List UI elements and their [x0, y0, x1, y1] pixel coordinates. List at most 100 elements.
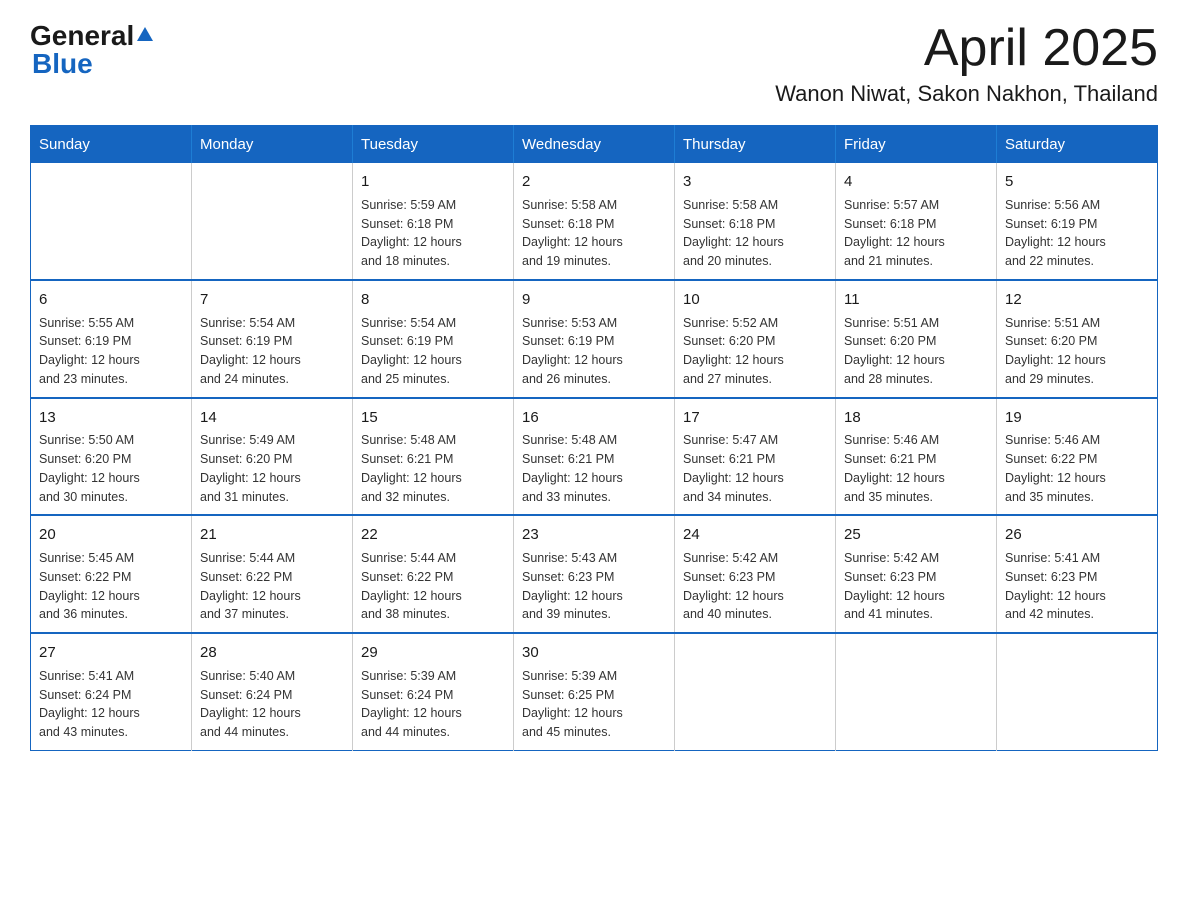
day-info: Sunrise: 5:56 AM Sunset: 6:19 PM Dayligh…: [1005, 196, 1149, 271]
day-cell: 28 Sunrise: 5:40 AM Sunset: 6:24 PM Dayli…: [192, 633, 353, 750]
day-cell: 3 Sunrise: 5:58 AM Sunset: 6:18 PM Daylig…: [675, 163, 836, 280]
day-cell: 24 Sunrise: 5:42 AM Sunset: 6:23 PM Dayli…: [675, 515, 836, 633]
day-cell: 17Sunrise: 5:47 AM Sunset: 6:21 PM Dayli…: [675, 398, 836, 516]
day-number: 16: [522, 407, 666, 429]
day-number: 18: [844, 407, 988, 429]
day-number: 21: [200, 524, 344, 546]
header-cell-saturday: Saturday: [997, 126, 1158, 164]
day-info: Sunrise: 5:58 AM Sunset: 6:18 PM Dayligh…: [683, 196, 827, 271]
day-number: 1: [361, 171, 505, 193]
week-row-2: 6Sunrise: 5:55 AM Sunset: 6:19 PM Daylig…: [31, 280, 1158, 398]
day-info: Sunrise: 5:53 AM Sunset: 6:19 PM Dayligh…: [522, 314, 666, 389]
day-cell: 9 Sunrise: 5:53 AM Sunset: 6:19 PM Daylig…: [514, 280, 675, 398]
day-info: Sunrise: 5:46 AM Sunset: 6:22 PM Dayligh…: [1005, 431, 1149, 506]
day-cell: 15Sunrise: 5:48 AM Sunset: 6:21 PM Dayli…: [353, 398, 514, 516]
day-cell: 7 Sunrise: 5:54 AM Sunset: 6:19 PM Daylig…: [192, 280, 353, 398]
header-cell-friday: Friday: [836, 126, 997, 164]
header-cell-monday: Monday: [192, 126, 353, 164]
day-number: 11: [844, 289, 988, 311]
logo-blue: Blue: [30, 48, 93, 80]
calendar-table: SundayMondayTuesdayWednesdayThursdayFrid…: [30, 125, 1158, 751]
day-info: Sunrise: 5:49 AM Sunset: 6:20 PM Dayligh…: [200, 431, 344, 506]
day-cell: 18Sunrise: 5:46 AM Sunset: 6:21 PM Dayli…: [836, 398, 997, 516]
day-info: Sunrise: 5:46 AM Sunset: 6:21 PM Dayligh…: [844, 431, 988, 506]
page-header: General Blue April 2025 Wanon Niwat, Sak…: [30, 20, 1158, 107]
day-info: Sunrise: 5:44 AM Sunset: 6:22 PM Dayligh…: [200, 549, 344, 624]
day-number: 30: [522, 642, 666, 664]
header-cell-thursday: Thursday: [675, 126, 836, 164]
day-number: 29: [361, 642, 505, 664]
week-row-3: 13Sunrise: 5:50 AM Sunset: 6:20 PM Dayli…: [31, 398, 1158, 516]
calendar-subtitle: Wanon Niwat, Sakon Nakhon, Thailand: [775, 81, 1158, 107]
day-cell: 21 Sunrise: 5:44 AM Sunset: 6:22 PM Dayli…: [192, 515, 353, 633]
day-number: 5: [1005, 171, 1149, 193]
day-number: 10: [683, 289, 827, 311]
day-cell: 10 Sunrise: 5:52 AM Sunset: 6:20 PM Dayli…: [675, 280, 836, 398]
day-number: 7: [200, 289, 344, 311]
day-info: Sunrise: 5:54 AM Sunset: 6:19 PM Dayligh…: [361, 314, 505, 389]
day-cell: 25 Sunrise: 5:42 AM Sunset: 6:23 PM Dayli…: [836, 515, 997, 633]
day-info: Sunrise: 5:50 AM Sunset: 6:20 PM Dayligh…: [39, 431, 183, 506]
day-number: 4: [844, 171, 988, 193]
day-number: 26: [1005, 524, 1149, 546]
day-number: 17: [683, 407, 827, 429]
day-cell: 19Sunrise: 5:46 AM Sunset: 6:22 PM Dayli…: [997, 398, 1158, 516]
day-cell: 14Sunrise: 5:49 AM Sunset: 6:20 PM Dayli…: [192, 398, 353, 516]
day-cell: [997, 633, 1158, 750]
day-info: Sunrise: 5:39 AM Sunset: 6:24 PM Dayligh…: [361, 667, 505, 742]
day-cell: 8 Sunrise: 5:54 AM Sunset: 6:19 PM Daylig…: [353, 280, 514, 398]
day-cell: 27 Sunrise: 5:41 AM Sunset: 6:24 PM Dayli…: [31, 633, 192, 750]
day-number: 15: [361, 407, 505, 429]
day-info: Sunrise: 5:51 AM Sunset: 6:20 PM Dayligh…: [1005, 314, 1149, 389]
calendar-header: SundayMondayTuesdayWednesdayThursdayFrid…: [31, 126, 1158, 164]
day-info: Sunrise: 5:54 AM Sunset: 6:19 PM Dayligh…: [200, 314, 344, 389]
day-info: Sunrise: 5:42 AM Sunset: 6:23 PM Dayligh…: [844, 549, 988, 624]
day-number: 2: [522, 171, 666, 193]
day-cell: [192, 163, 353, 280]
day-number: 23: [522, 524, 666, 546]
logo-area: General Blue: [30, 20, 155, 80]
day-cell: 26 Sunrise: 5:41 AM Sunset: 6:23 PM Dayli…: [997, 515, 1158, 633]
day-number: 28: [200, 642, 344, 664]
day-cell: 11 Sunrise: 5:51 AM Sunset: 6:20 PM Dayli…: [836, 280, 997, 398]
day-info: Sunrise: 5:55 AM Sunset: 6:19 PM Dayligh…: [39, 314, 183, 389]
day-cell: 13Sunrise: 5:50 AM Sunset: 6:20 PM Dayli…: [31, 398, 192, 516]
day-info: Sunrise: 5:40 AM Sunset: 6:24 PM Dayligh…: [200, 667, 344, 742]
logo-icon: [136, 25, 154, 48]
day-cell: 1 Sunrise: 5:59 AM Sunset: 6:18 PM Daylig…: [353, 163, 514, 280]
day-info: Sunrise: 5:48 AM Sunset: 6:21 PM Dayligh…: [522, 431, 666, 506]
day-info: Sunrise: 5:43 AM Sunset: 6:23 PM Dayligh…: [522, 549, 666, 624]
day-info: Sunrise: 5:42 AM Sunset: 6:23 PM Dayligh…: [683, 549, 827, 624]
day-number: 19: [1005, 407, 1149, 429]
week-row-1: 1 Sunrise: 5:59 AM Sunset: 6:18 PM Daylig…: [31, 163, 1158, 280]
day-info: Sunrise: 5:47 AM Sunset: 6:21 PM Dayligh…: [683, 431, 827, 506]
day-info: Sunrise: 5:52 AM Sunset: 6:20 PM Dayligh…: [683, 314, 827, 389]
day-info: Sunrise: 5:57 AM Sunset: 6:18 PM Dayligh…: [844, 196, 988, 271]
day-number: 13: [39, 407, 183, 429]
day-info: Sunrise: 5:59 AM Sunset: 6:18 PM Dayligh…: [361, 196, 505, 271]
day-info: Sunrise: 5:58 AM Sunset: 6:18 PM Dayligh…: [522, 196, 666, 271]
day-cell: 29 Sunrise: 5:39 AM Sunset: 6:24 PM Dayli…: [353, 633, 514, 750]
day-number: 9: [522, 289, 666, 311]
day-info: Sunrise: 5:51 AM Sunset: 6:20 PM Dayligh…: [844, 314, 988, 389]
header-row: SundayMondayTuesdayWednesdayThursdayFrid…: [31, 126, 1158, 164]
day-info: Sunrise: 5:41 AM Sunset: 6:23 PM Dayligh…: [1005, 549, 1149, 624]
day-cell: 22Sunrise: 5:44 AM Sunset: 6:22 PM Dayli…: [353, 515, 514, 633]
day-number: 24: [683, 524, 827, 546]
day-cell: 2 Sunrise: 5:58 AM Sunset: 6:18 PM Daylig…: [514, 163, 675, 280]
calendar-title: April 2025: [775, 20, 1158, 77]
header-cell-wednesday: Wednesday: [514, 126, 675, 164]
day-cell: 6Sunrise: 5:55 AM Sunset: 6:19 PM Daylig…: [31, 280, 192, 398]
day-number: 25: [844, 524, 988, 546]
day-info: Sunrise: 5:48 AM Sunset: 6:21 PM Dayligh…: [361, 431, 505, 506]
day-cell: 23 Sunrise: 5:43 AM Sunset: 6:23 PM Dayli…: [514, 515, 675, 633]
day-info: Sunrise: 5:39 AM Sunset: 6:25 PM Dayligh…: [522, 667, 666, 742]
day-info: Sunrise: 5:41 AM Sunset: 6:24 PM Dayligh…: [39, 667, 183, 742]
day-number: 27: [39, 642, 183, 664]
day-number: 3: [683, 171, 827, 193]
day-number: 8: [361, 289, 505, 311]
day-cell: 30 Sunrise: 5:39 AM Sunset: 6:25 PM Dayli…: [514, 633, 675, 750]
day-cell: 5 Sunrise: 5:56 AM Sunset: 6:19 PM Daylig…: [997, 163, 1158, 280]
day-cell: [836, 633, 997, 750]
day-number: 12: [1005, 289, 1149, 311]
